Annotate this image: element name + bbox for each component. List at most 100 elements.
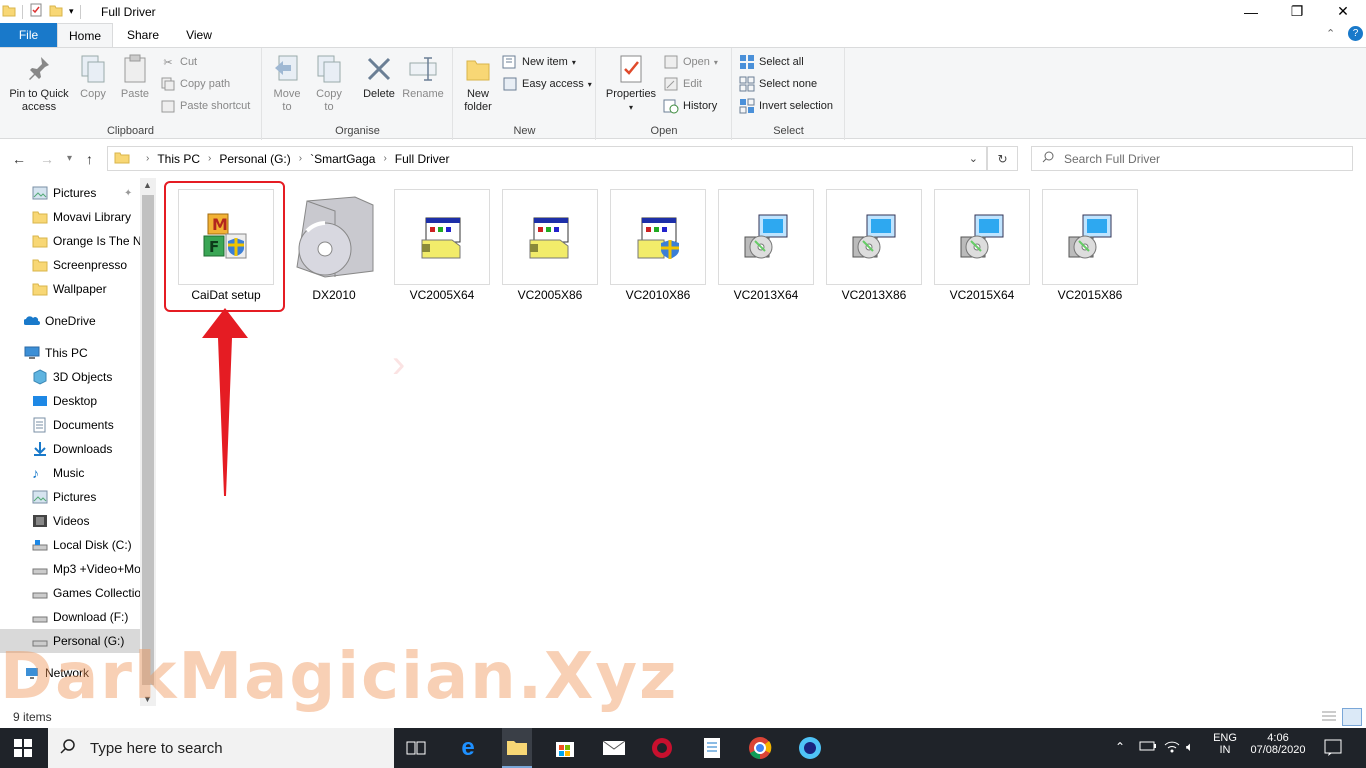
select-none-button[interactable]: Select none (739, 74, 817, 94)
clock[interactable]: 4:06 07/08/2020 (1245, 732, 1311, 756)
file-item-vc2005x86[interactable]: VC2005X86 (502, 189, 598, 303)
new-folder-qat-icon[interactable] (49, 3, 63, 20)
invert-selection-button[interactable]: Invert selection (739, 96, 833, 116)
copy-path-button[interactable]: Copy path (160, 74, 230, 94)
delete-button[interactable]: Delete (359, 53, 399, 101)
sidebar-item-local-disk-c[interactable]: Local Disk (C:) (0, 533, 140, 557)
refresh-button[interactable]: ↻ (987, 146, 1018, 171)
sidebar-item-screenpresso[interactable]: Screenpresso (0, 253, 140, 277)
file-item-vc2015x86[interactable]: VC2015X86 (1042, 189, 1138, 303)
task-view-icon[interactable] (402, 734, 430, 762)
forward-arrow-icon[interactable]: → (40, 151, 54, 167)
taskbar-search-input[interactable]: Type here to search (48, 728, 394, 768)
sidebar-item-wallpaper[interactable]: Wallpaper (0, 277, 140, 301)
windows-start-icon[interactable] (14, 739, 32, 760)
sidebar-item-3d-objects[interactable]: 3D Objects (0, 365, 140, 389)
select-all-button[interactable]: Select all (739, 52, 804, 72)
breadcrumb-smartgaga[interactable]: `SmartGaga (310, 152, 375, 166)
breadcrumb-full-driver[interactable]: Full Driver (395, 152, 450, 166)
paste-shortcut-label: Paste shortcut (180, 100, 251, 112)
wifi-icon[interactable] (1163, 739, 1181, 756)
maximize-button[interactable]: ❐ (1274, 0, 1320, 23)
file-item-vc2013x64[interactable]: VC2013X64 (718, 189, 814, 303)
file-item-dx2010[interactable]: DX2010 (286, 189, 382, 303)
breadcrumb-this-pc[interactable]: This PC (157, 152, 200, 166)
properties-button[interactable]: Properties ▾ (603, 53, 659, 114)
easy-access-button[interactable]: Easy access ▾ (502, 74, 592, 94)
copy-to-button[interactable]: Copy to (311, 53, 347, 114)
sidebar-item-network[interactable]: Network (0, 661, 140, 685)
sidebar-item-music[interactable]: ♪ Music (0, 461, 140, 485)
sidebar-item-pictures-quick[interactable]: Pictures ✦ (0, 181, 140, 205)
details-view-icon[interactable] (1320, 709, 1338, 725)
edit-icon (663, 76, 679, 92)
search-input[interactable]: Search Full Driver (1031, 146, 1353, 171)
history-button[interactable]: History (663, 96, 717, 116)
language-indicator[interactable]: ENG IN (1212, 732, 1238, 756)
file-item-vc2013x86[interactable]: VC2013X86 (826, 189, 922, 303)
sidebar-item-downloads[interactable]: Downloads (0, 437, 140, 461)
close-button[interactable]: ✕ (1320, 0, 1366, 23)
sidebar-item-games[interactable]: Games Collection (0, 581, 140, 605)
breadcrumb-personal-g[interactable]: Personal (G:) (219, 152, 290, 166)
mail-icon[interactable] (600, 734, 628, 762)
copy-button[interactable]: Copy (76, 53, 110, 101)
chevron-down-icon[interactable]: ▾ (69, 6, 74, 17)
sidebar-scroll-thumb[interactable] (142, 195, 154, 685)
tab-share[interactable]: Share (115, 23, 171, 47)
large-icons-view-icon[interactable] (1342, 708, 1362, 726)
chevron-up-icon[interactable]: ⌃ (1115, 740, 1125, 754)
pin-quick-access-button[interactable]: Pin to Quick access (4, 53, 74, 114)
sidebar-scrollbar[interactable]: ▲ ▼ (140, 178, 156, 706)
sidebar-item-personal-g[interactable]: Personal (G:) (0, 629, 140, 653)
move-to-button[interactable]: Move to (269, 53, 305, 114)
sidebar-item-desktop[interactable]: Desktop (0, 389, 140, 413)
file-item-vc2005x64[interactable]: VC2005X64 (394, 189, 490, 303)
volume-icon[interactable]: 🔈︎ (1186, 739, 1194, 755)
back-arrow-icon[interactable]: ← (12, 151, 26, 167)
notification-icon[interactable] (1324, 739, 1342, 760)
file-item-vc2015x64[interactable]: VC2015X64 (934, 189, 1030, 303)
help-icon[interactable]: ? (1348, 26, 1363, 41)
sidebar-item-pictures[interactable]: Pictures (0, 485, 140, 509)
up-arrow-icon[interactable]: ↑ (86, 151, 93, 167)
tab-view[interactable]: View (171, 23, 227, 47)
sidebar-item-movavi[interactable]: Movavi Library (0, 205, 140, 229)
sidebar-item-download-f[interactable]: Download (F:) (0, 605, 140, 629)
scroll-up-icon[interactable]: ▲ (143, 180, 152, 190)
game-app-icon[interactable] (648, 734, 676, 762)
rename-button[interactable]: Rename (401, 53, 445, 101)
screen-recorder-icon[interactable] (796, 734, 824, 762)
cut-button[interactable]: ✂ Cut (160, 52, 197, 72)
paste-shortcut-button[interactable]: Paste shortcut (160, 96, 250, 116)
pin-label: Pin to Quick access (9, 88, 69, 113)
sidebar-item-orange[interactable]: Orange Is The New Black (0, 229, 140, 253)
minimize-button[interactable]: — (1228, 0, 1274, 23)
sidebar-item-documents[interactable]: Documents (0, 413, 140, 437)
address-dropdown-chevron-icon[interactable]: ⌄ (969, 152, 978, 165)
address-bar[interactable]: › This PC › Personal (G:) › `SmartGaga ›… (107, 146, 987, 171)
tab-home[interactable]: Home (57, 23, 113, 48)
new-item-button[interactable]: New item ▾ (502, 52, 576, 72)
chrome-icon[interactable] (746, 734, 774, 762)
edit-button[interactable]: Edit (663, 74, 702, 94)
sidebar-item-this-pc[interactable]: This PC (0, 341, 140, 365)
edge-browser-icon[interactable]: e (454, 734, 482, 762)
chevron-up-icon[interactable]: ⌃ (1326, 27, 1335, 40)
store-icon[interactable] (551, 734, 579, 762)
breadcrumb-separator-icon: › (146, 153, 150, 164)
properties-qat-icon[interactable] (29, 3, 43, 20)
recent-locations-chevron-icon[interactable]: ▾ (67, 153, 72, 164)
file-explorer-taskbar-icon[interactable] (502, 728, 532, 768)
battery-icon[interactable] (1139, 740, 1157, 755)
open-button[interactable]: Open ▾ (663, 52, 718, 72)
new-folder-button[interactable]: New folder (460, 53, 496, 114)
scroll-down-icon[interactable]: ▼ (143, 694, 152, 704)
file-item-vc2010x86[interactable]: VC2010X86 (610, 189, 706, 303)
tab-file[interactable]: File (0, 23, 57, 47)
sidebar-item-videos[interactable]: Videos (0, 509, 140, 533)
notepad-document-icon[interactable] (698, 734, 726, 762)
paste-button[interactable]: Paste (118, 53, 152, 101)
sidebar-item-onedrive[interactable]: OneDrive (0, 309, 140, 333)
sidebar-item-mp3-video[interactable]: Mp3 +Video+Movies (0, 557, 140, 581)
